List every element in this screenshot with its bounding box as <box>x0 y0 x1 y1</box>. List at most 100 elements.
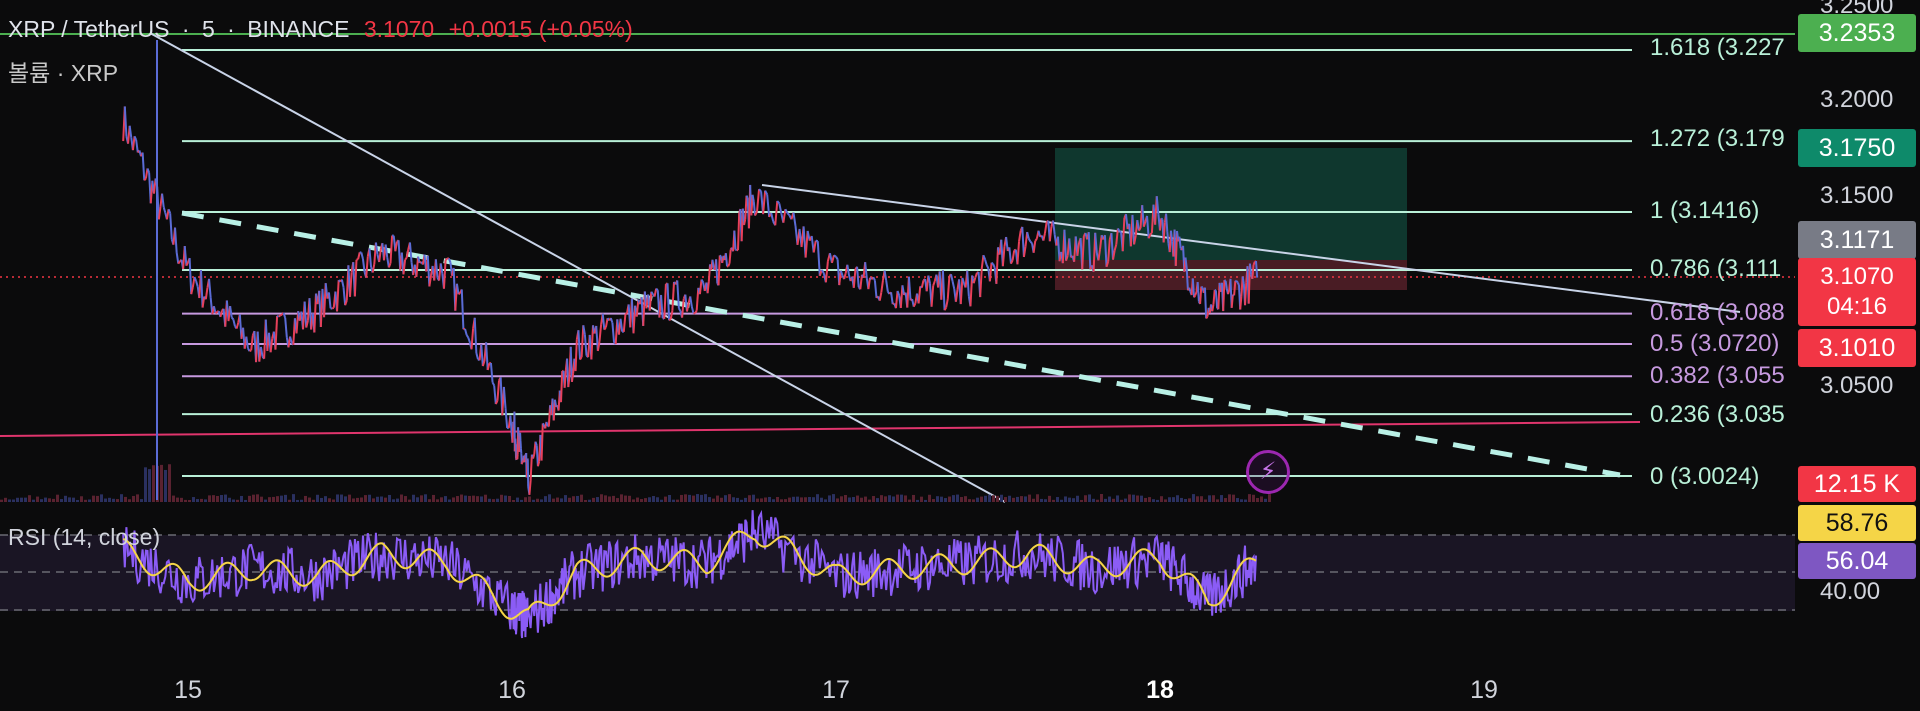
rsi-badge[interactable]: 56.04 <box>1798 543 1916 579</box>
price-segment <box>1029 240 1033 244</box>
price-segment <box>540 423 544 461</box>
volume-bar <box>84 499 87 502</box>
fib-label-0: 0 (3.0024) <box>1650 463 1760 490</box>
price-segment <box>1178 236 1182 249</box>
price-segment <box>969 275 974 307</box>
volume-bar <box>856 495 859 502</box>
entry-price-badge[interactable]: 3.1171 <box>1798 221 1916 259</box>
volume-bar <box>800 497 803 502</box>
price-segment <box>943 306 948 311</box>
lightning-icon[interactable]: ⚡ <box>1246 450 1290 494</box>
volume-bar <box>100 494 103 502</box>
price-segment <box>917 286 922 304</box>
volume-bar <box>1008 495 1011 502</box>
volume-bar <box>92 495 95 502</box>
volume-bar <box>12 499 15 502</box>
volume-bar <box>168 464 171 502</box>
bar-countdown: 04:16 <box>1826 293 1888 320</box>
price-segment <box>671 281 675 311</box>
volume-bar <box>500 494 503 502</box>
price-segment <box>745 195 749 199</box>
volume-bar <box>432 494 435 502</box>
price-segment <box>579 356 583 361</box>
volume-bar <box>1172 497 1175 502</box>
volume-bar <box>96 495 99 502</box>
price-segment <box>289 336 293 343</box>
volume-bar <box>992 495 995 502</box>
volume-bar <box>1032 498 1035 502</box>
time-axis-label: 16 <box>498 676 526 704</box>
price-segment <box>188 258 193 295</box>
volume-bar <box>148 469 151 502</box>
volume-bar <box>568 497 571 502</box>
price-segment <box>681 298 685 318</box>
price-segment <box>950 274 954 282</box>
price-segment <box>770 212 775 222</box>
volume-bar <box>984 495 987 502</box>
rsi-ma-badge[interactable]: 58.76 <box>1798 505 1916 541</box>
price-segment <box>353 259 358 297</box>
volume-bar <box>860 497 863 502</box>
symbol-legend[interactable]: XRP / TetherUS · 5 · BINANCE 3.1070 +0.0… <box>8 16 633 43</box>
price-segment <box>135 139 139 153</box>
price-segment <box>1203 287 1208 319</box>
volume-bar <box>408 499 411 502</box>
alert-price-badge[interactable]: 3.2353 <box>1798 14 1916 52</box>
volume-bar <box>16 497 19 502</box>
volume-bar <box>296 499 299 502</box>
price-segment <box>175 252 180 264</box>
volume-bar <box>448 499 451 502</box>
volume-bar <box>76 499 79 502</box>
volume-bar <box>1252 494 1255 502</box>
fib-label-05: 0.5 (3.0720) <box>1650 330 1780 357</box>
volume-legend[interactable]: 볼륨 · XRP <box>8 54 118 88</box>
price-segment <box>195 280 199 287</box>
price-segment <box>357 252 361 260</box>
volume-bar <box>880 495 883 502</box>
volume-bar <box>212 495 215 502</box>
volume-bar <box>336 494 339 502</box>
price-segment <box>590 325 594 360</box>
volume-bar <box>1072 498 1075 502</box>
volume-bar <box>392 499 395 502</box>
target-zone[interactable] <box>1055 148 1407 260</box>
volume-bar <box>712 498 715 502</box>
price-segment <box>183 246 188 266</box>
volume-bar <box>1160 496 1163 502</box>
rsi-legend[interactable]: RSI (14, close) <box>8 524 160 551</box>
price-segment <box>1185 268 1189 291</box>
price-segment <box>1001 246 1006 267</box>
volume-bar <box>196 499 199 502</box>
volume-badge[interactable]: 12.15 K <box>1798 466 1916 502</box>
price-segment <box>1016 241 1021 265</box>
price-segment <box>1032 240 1037 253</box>
price-segment <box>1162 222 1166 243</box>
volume-bar <box>960 497 963 502</box>
price-segment <box>694 310 698 314</box>
volume-bar <box>600 494 603 502</box>
price-segment <box>894 290 899 309</box>
price-segment <box>733 230 737 250</box>
price-segment <box>727 263 731 267</box>
volume-bar <box>216 495 219 502</box>
volume-bar <box>956 494 959 502</box>
price-segment <box>331 306 335 310</box>
price-segment <box>340 279 345 288</box>
stop-price-badge[interactable]: 3.1010 <box>1798 329 1916 367</box>
price-segment <box>843 272 847 280</box>
price-segment <box>457 292 461 296</box>
target-price-badge[interactable]: 3.1750 <box>1798 129 1916 167</box>
volume-bar <box>144 467 147 502</box>
time-axis-label: 18 <box>1146 676 1174 704</box>
price-segment <box>229 305 233 318</box>
volume-bar <box>1004 497 1007 502</box>
volume-bar <box>1012 497 1015 502</box>
last-price-badge[interactable]: 3.1070 04:16 <box>1798 258 1916 326</box>
price-segment <box>824 261 829 283</box>
volume-bar <box>0 499 3 502</box>
price-segment <box>736 212 741 251</box>
volume-bar <box>868 499 871 502</box>
volume-bar <box>36 496 39 502</box>
volume-bar <box>180 497 183 502</box>
price-chart[interactable] <box>0 0 1920 711</box>
